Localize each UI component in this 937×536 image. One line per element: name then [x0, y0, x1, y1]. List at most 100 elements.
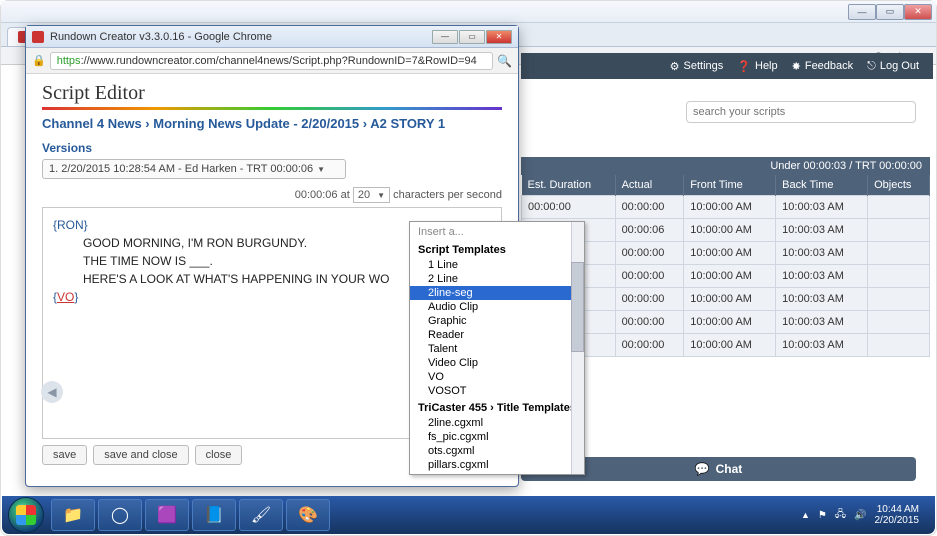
- url-scheme: https: [57, 55, 81, 67]
- url-rest: ://www.rundowncreator.com/channel4news/S…: [81, 55, 477, 67]
- table-cell: 00:00:00: [615, 334, 684, 357]
- table-cell: [868, 265, 930, 288]
- table-cell: 10:00:03 AM: [776, 265, 868, 288]
- rundown-header[interactable]: Objects: [868, 175, 930, 196]
- popup-title-text: Rundown Creator v3.3.0.16 - Google Chrom…: [50, 31, 272, 43]
- table-row[interactable]: 00:00:0000:00:0010:00:00 AM10:00:03 AM: [522, 196, 930, 219]
- chevron-down-icon: ▼: [317, 165, 325, 174]
- dropdown-scrollbar-thumb[interactable]: [571, 262, 584, 352]
- table-cell: 10:00:00 AM: [684, 288, 776, 311]
- taskbar-app1-button[interactable]: 🟪: [145, 499, 189, 531]
- cps-suffix: characters per second: [393, 189, 502, 201]
- rundown-header[interactable]: Est. Duration: [522, 175, 616, 196]
- taskbar-app3-button[interactable]: 🖌: [239, 499, 283, 531]
- rainbow-divider: [42, 107, 502, 110]
- popup-favicon-icon: [32, 31, 44, 43]
- table-cell: 10:00:03 AM: [776, 219, 868, 242]
- save-button[interactable]: save: [42, 445, 87, 465]
- popup-address-bar: 🔒 https://www.rundowncreator.com/channel…: [26, 48, 518, 74]
- dropdown-option[interactable]: ots.cgxml: [410, 444, 584, 458]
- table-cell: 10:00:03 AM: [776, 288, 868, 311]
- chevron-down-icon: ▼: [377, 191, 385, 200]
- dropdown-option[interactable]: Video Clip: [410, 356, 584, 370]
- script-marker-vo[interactable]: VO: [57, 290, 74, 304]
- tray-volume-icon[interactable]: 🔊: [854, 510, 866, 521]
- cps-row: 00:00:06 at 20 ▼ characters per second: [42, 187, 502, 203]
- windows-taskbar: 📁 ◯ 🟪 📘 🖌 🎨 ▲ ⚑ 🖧 🔊 10:44 AM 2/20/2015: [2, 496, 935, 534]
- close-button[interactable]: close: [195, 445, 243, 465]
- rundown-header[interactable]: Back Time: [776, 175, 868, 196]
- chat-icon: 💬: [695, 462, 710, 476]
- dropdown-option[interactable]: 2 Line: [410, 272, 584, 286]
- logout-icon: ⎋: [867, 60, 876, 73]
- clock-date: 2/20/2015: [875, 515, 920, 526]
- table-cell: 00:00:00: [615, 311, 684, 334]
- cps-at: at: [341, 189, 350, 201]
- main-minimize-button[interactable]: —: [848, 4, 876, 20]
- settings-link[interactable]: ⚙Settings: [670, 60, 724, 73]
- taskbar-clock[interactable]: 10:44 AM 2/20/2015: [875, 504, 920, 526]
- table-cell: 00:00:00: [522, 196, 616, 219]
- logout-label: Log Out: [880, 60, 919, 72]
- dropdown-option[interactable]: Talent: [410, 342, 584, 356]
- logout-link[interactable]: ⎋ Log Out: [867, 60, 919, 73]
- tray-expand-icon[interactable]: ▲: [801, 510, 810, 520]
- breadcrumb[interactable]: Channel 4 News › Morning News Update - 2…: [42, 116, 502, 131]
- taskbar-explorer-button[interactable]: 📁: [51, 499, 95, 531]
- tray-network-icon[interactable]: 🖧: [835, 507, 846, 524]
- taskbar-paint-button[interactable]: 🎨: [286, 499, 330, 531]
- rundown-status: Under 00:00:03 / TRT 00:00:00: [521, 157, 930, 175]
- rundown-header[interactable]: Front Time: [684, 175, 776, 196]
- dropdown-option[interactable]: Reader: [410, 328, 584, 342]
- search-icon[interactable]: 🔍: [497, 54, 512, 68]
- table-cell: 00:00:00: [615, 288, 684, 311]
- popup-close-button[interactable]: ✕: [486, 30, 512, 44]
- taskbar-app2-button[interactable]: 📘: [192, 499, 236, 531]
- dropdown-option[interactable]: pillars.cgxml: [410, 458, 584, 472]
- table-cell: 00:00:00: [615, 196, 684, 219]
- save-and-close-button[interactable]: save and close: [93, 445, 188, 465]
- tray-flag-icon[interactable]: ⚑: [818, 510, 827, 521]
- editor-heading: Script Editor: [42, 82, 502, 105]
- versions-value: 1. 2/20/2015 10:28:54 AM - Ed Harken - T…: [49, 163, 313, 175]
- table-cell: [868, 242, 930, 265]
- table-cell: 10:00:03 AM: [776, 311, 868, 334]
- dropdown-option[interactable]: VO: [410, 370, 584, 384]
- versions-label: Versions: [42, 141, 502, 155]
- popup-maximize-button[interactable]: ▭: [459, 30, 485, 44]
- main-maximize-button[interactable]: ▭: [876, 4, 904, 20]
- popup-url[interactable]: https://www.rundowncreator.com/channel4n…: [50, 52, 493, 70]
- dropdown-option[interactable]: VOSOT: [410, 384, 584, 398]
- help-link[interactable]: ❓ Help: [737, 60, 777, 73]
- popup-titlebar[interactable]: Rundown Creator v3.3.0.16 - Google Chrom…: [26, 26, 518, 48]
- versions-select[interactable]: 1. 2/20/2015 10:28:54 AM - Ed Harken - T…: [42, 159, 346, 179]
- dropdown-option[interactable]: 1 Line: [410, 258, 584, 272]
- dropdown-option[interactable]: Graphic: [410, 314, 584, 328]
- table-cell: 10:00:00 AM: [684, 219, 776, 242]
- help-icon: ❓: [737, 60, 751, 73]
- dropdown-option[interactable]: Audio Clip: [410, 300, 584, 314]
- cps-input[interactable]: 20 ▼: [353, 187, 390, 203]
- table-cell: 00:00:06: [615, 219, 684, 242]
- popup-minimize-button[interactable]: —: [432, 30, 458, 44]
- help-label: Help: [755, 60, 778, 72]
- feedback-link[interactable]: ✸Feedback: [792, 60, 854, 73]
- dropdown-option[interactable]: fs_pic.cgxml: [410, 430, 584, 444]
- search-input[interactable]: [686, 101, 916, 123]
- taskbar-chrome-button[interactable]: ◯: [98, 499, 142, 531]
- back-circle-button[interactable]: ◀: [41, 381, 63, 403]
- table-cell: [868, 311, 930, 334]
- table-cell: [868, 334, 930, 357]
- rundown-header[interactable]: Actual: [615, 175, 684, 196]
- bug-icon: ✸: [792, 60, 801, 73]
- main-close-button[interactable]: ✕: [904, 4, 932, 20]
- start-button[interactable]: [8, 497, 44, 533]
- table-cell: [868, 219, 930, 242]
- table-cell: 10:00:00 AM: [684, 242, 776, 265]
- dropdown-option[interactable]: 2line.cgxml: [410, 416, 584, 430]
- settings-label: Settings: [684, 60, 724, 72]
- dropdown-option[interactable]: 2line-seg: [410, 286, 584, 300]
- dropdown-group-script-templates: Script Templates: [410, 240, 584, 258]
- app-topbar: ⚙Settings ❓ Help ✸Feedback ⎋ Log Out: [521, 53, 933, 79]
- chat-label: Chat: [716, 462, 743, 476]
